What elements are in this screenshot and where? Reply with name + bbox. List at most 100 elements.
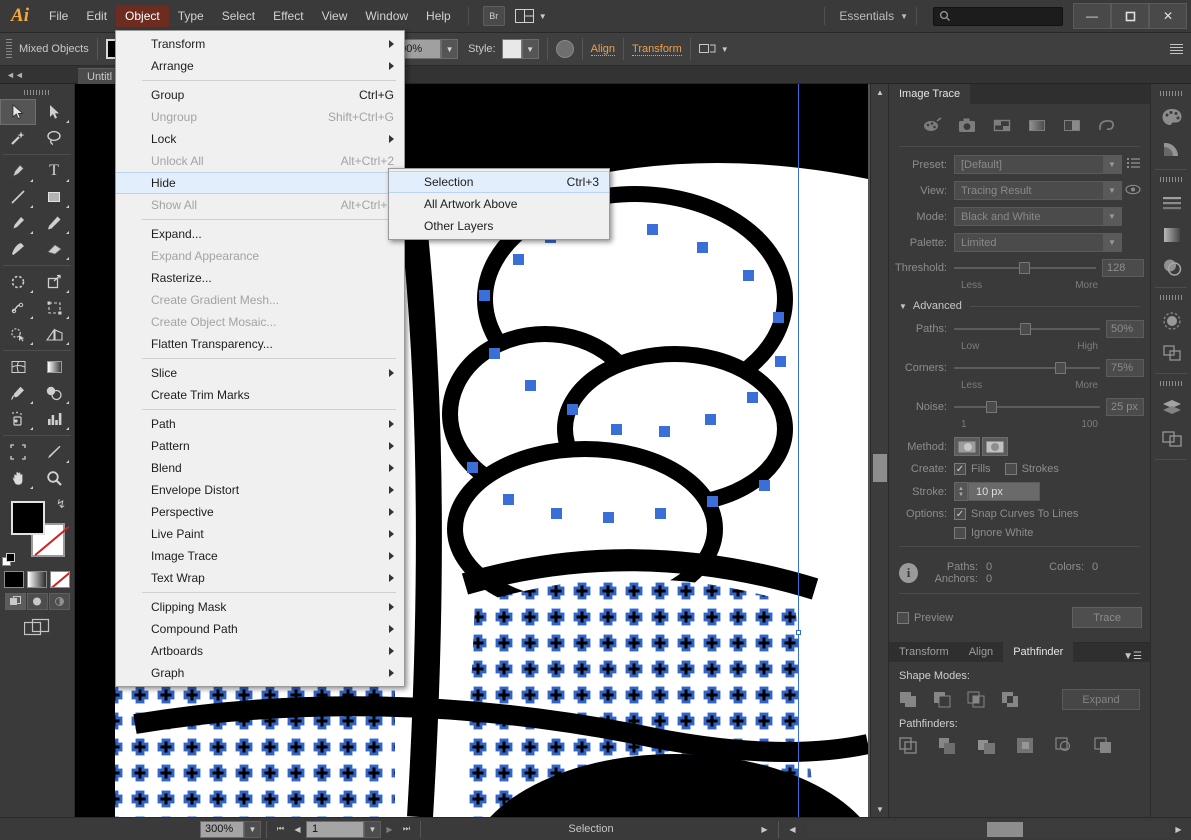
workspace-chevron-down-icon[interactable]: ▼ xyxy=(900,12,908,21)
tab-transform[interactable]: Transform xyxy=(889,642,959,662)
menu-view[interactable]: View xyxy=(313,5,357,27)
advanced-section-header[interactable]: ▼ Advanced xyxy=(889,298,1150,320)
maximize-button[interactable] xyxy=(1111,3,1149,29)
object-menu-item-rasterize[interactable]: Rasterize... xyxy=(116,267,404,289)
color-button[interactable] xyxy=(4,571,24,588)
object-menu-item-lock[interactable]: Lock xyxy=(116,128,404,150)
corners-slider[interactable] xyxy=(954,361,1100,375)
menu-help[interactable]: Help xyxy=(417,5,460,27)
hide-submenu-item-other-layers[interactable]: Other Layers xyxy=(389,215,609,237)
stroke-panel-icon[interactable] xyxy=(1151,187,1191,219)
tool-line-segment[interactable] xyxy=(0,184,36,210)
tool-pen[interactable] xyxy=(0,158,36,184)
tool-pencil[interactable] xyxy=(36,210,72,236)
divide-icon[interactable] xyxy=(899,737,919,755)
menu-select[interactable]: Select xyxy=(213,5,264,27)
next-artboard-icon[interactable]: ▶ xyxy=(381,821,398,838)
tool-selection[interactable] xyxy=(0,99,36,125)
appearance-panel-icon[interactable] xyxy=(1151,305,1191,337)
trim-icon[interactable] xyxy=(938,737,958,755)
scroll-up-icon[interactable]: ▲ xyxy=(871,84,888,100)
tool-perspective-grid[interactable] xyxy=(36,321,72,347)
tool-slice[interactable] xyxy=(36,439,72,465)
vertical-scroll-thumb[interactable] xyxy=(873,454,887,482)
menu-object[interactable]: Object xyxy=(116,5,169,27)
minimize-button[interactable]: — xyxy=(1073,3,1111,29)
stroke-value[interactable]: 10 px xyxy=(968,482,1040,501)
object-menu-dropdown[interactable]: Transform Arrange Group Ctrl+G Ungroup Shift+… xyxy=(115,30,405,687)
layers-panel-icon[interactable] xyxy=(1151,391,1191,423)
color-panel-icon[interactable] xyxy=(1151,101,1191,133)
pathfinder-panel-menu-icon[interactable]: ▼☰ xyxy=(1115,651,1150,662)
artboard-dropdown-arrow[interactable]: ▼ xyxy=(364,820,381,838)
merge-icon[interactable] xyxy=(977,737,997,755)
object-menu-item-expand[interactable]: Expand... xyxy=(116,223,404,245)
trace-button[interactable]: Trace xyxy=(1072,607,1142,628)
hide-submenu-item-all-artwork-above[interactable]: All Artwork Above xyxy=(389,193,609,215)
bridge-icon[interactable]: Br xyxy=(482,6,505,26)
screen-mode-button[interactable] xyxy=(0,618,74,638)
first-artboard-icon[interactable]: ⏮ xyxy=(272,821,289,838)
crop-icon[interactable] xyxy=(1016,737,1036,755)
method-abutting-button[interactable] xyxy=(954,437,980,456)
draw-normal-button[interactable] xyxy=(4,593,26,610)
menu-file[interactable]: File xyxy=(40,5,77,27)
menu-window[interactable]: Window xyxy=(356,5,417,27)
object-menu-item-arrange[interactable]: Arrange xyxy=(116,55,404,77)
minus-front-icon[interactable] xyxy=(933,691,953,709)
high-color-icon[interactable] xyxy=(956,116,978,134)
view-select[interactable]: Tracing Result ▼ xyxy=(954,181,1122,200)
corners-value[interactable]: 75% xyxy=(1106,359,1144,377)
color-guide-panel-icon[interactable] xyxy=(1151,133,1191,165)
tool-scale[interactable] xyxy=(36,269,72,295)
low-color-icon[interactable] xyxy=(991,116,1013,134)
view-eye-icon[interactable] xyxy=(1122,184,1144,198)
graphic-style-swatch[interactable] xyxy=(501,39,522,59)
ignore-white-checkbox[interactable] xyxy=(954,527,966,539)
threshold-value[interactable]: 128 xyxy=(1102,259,1144,277)
horizontal-scrollbar[interactable] xyxy=(807,820,1170,838)
tool-direct-selection[interactable] xyxy=(36,99,72,125)
tool-blend[interactable] xyxy=(36,380,72,406)
object-menu-item-create-trim-marks[interactable]: Create Trim Marks xyxy=(116,384,404,406)
object-menu-item-hide[interactable]: Hide xyxy=(116,172,404,194)
last-artboard-icon[interactable]: ⏭ xyxy=(398,821,415,838)
control-bar-menu-icon[interactable] xyxy=(1170,44,1183,54)
exclude-icon[interactable] xyxy=(1001,691,1021,709)
snap-curves-checkbox[interactable]: ✓ xyxy=(954,508,966,520)
object-menu-item-path[interactable]: Path xyxy=(116,413,404,435)
tool-lasso[interactable] xyxy=(36,125,72,151)
method-overlapping-button[interactable] xyxy=(982,437,1008,456)
outline-icon[interactable] xyxy=(1096,116,1118,134)
noise-value[interactable]: 25 px xyxy=(1106,398,1144,416)
noise-slider[interactable] xyxy=(954,400,1100,414)
object-menu-item-pattern[interactable]: Pattern xyxy=(116,435,404,457)
arrange-documents-button[interactable]: ▼ xyxy=(514,8,547,24)
menu-effect[interactable]: Effect xyxy=(264,5,312,27)
stroke-stepper[interactable]: ▲ ▼ 10 px xyxy=(954,482,1040,501)
menu-edit[interactable]: Edit xyxy=(77,5,116,27)
tool-hand[interactable] xyxy=(0,465,36,491)
hide-submenu[interactable]: Selection Ctrl+3 All Artwork Above Other La… xyxy=(388,168,610,240)
tool-magic-wand[interactable] xyxy=(0,125,36,151)
close-button[interactable]: ✕ xyxy=(1149,3,1187,29)
grayscale-icon[interactable] xyxy=(1026,116,1048,134)
unite-icon[interactable] xyxy=(899,691,919,709)
artboard-number-input[interactable]: 1 xyxy=(306,820,364,838)
auto-color-icon[interactable] xyxy=(921,116,943,134)
control-bar-grip[interactable] xyxy=(6,39,12,59)
palette-select[interactable]: Limited ▼ xyxy=(954,233,1122,252)
object-menu-item-transform[interactable]: Transform xyxy=(116,33,404,55)
tools-panel-grip[interactable] xyxy=(24,90,50,95)
tool-paintbrush[interactable] xyxy=(0,210,36,236)
tool-mesh[interactable] xyxy=(0,354,36,380)
collapse-panels-icon[interactable]: ◄◄ xyxy=(6,70,24,80)
control-bar-overflow-chevron-icon[interactable]: ▼ xyxy=(721,45,729,54)
tool-rectangle[interactable] xyxy=(36,184,72,210)
zoom-level-input[interactable]: 300% xyxy=(200,820,244,838)
object-menu-item-compound-path[interactable]: Compound Path xyxy=(116,618,404,640)
opacity-dropdown-arrow[interactable]: ▼ xyxy=(441,39,459,59)
gradient-panel-icon[interactable] xyxy=(1151,219,1191,251)
rail-grip-4[interactable] xyxy=(1160,381,1182,386)
object-menu-item-text-wrap[interactable]: Text Wrap xyxy=(116,567,404,589)
